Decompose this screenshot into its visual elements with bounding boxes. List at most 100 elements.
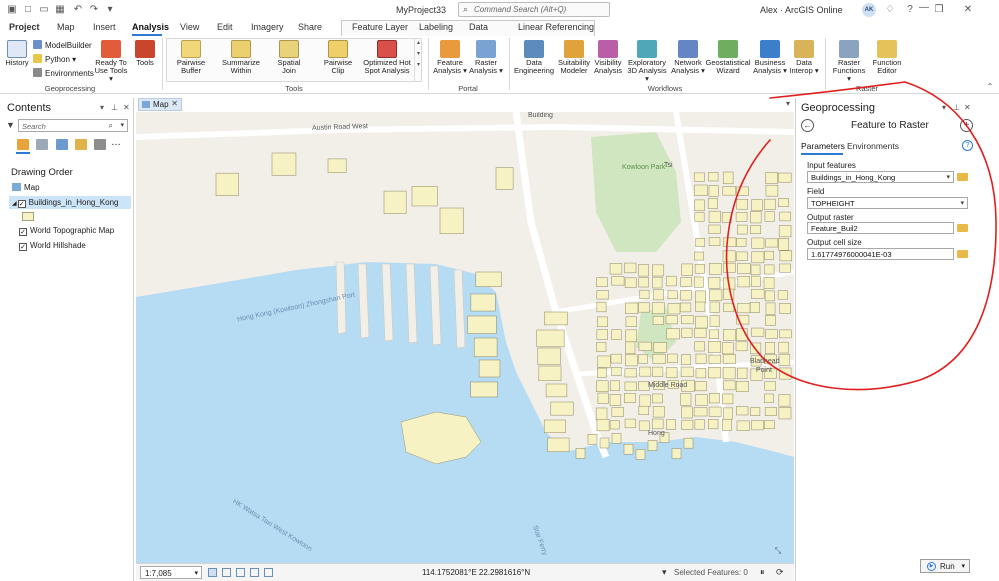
snapping-icon[interactable]: [236, 568, 245, 577]
raster-functions-button[interactable]: Raster Functions ▾: [830, 40, 868, 83]
pane-options-icon[interactable]: ▾: [942, 103, 946, 112]
undo-icon[interactable]: ↶: [72, 4, 84, 15]
history-button[interactable]: History: [4, 40, 30, 67]
new-project-icon[interactable]: □: [22, 4, 34, 15]
pause-icon[interactable]: ⏸: [760, 567, 765, 578]
command-search-input[interactable]: ⌕ Command Search (Alt+Q): [458, 2, 610, 17]
tree-item-map[interactable]: Map: [12, 182, 40, 194]
field-dropdown[interactable]: TOPHEIGHT ▾: [807, 197, 968, 209]
save-icon[interactable]: ▦: [54, 4, 66, 15]
layer-symbol-swatch[interactable]: [22, 212, 34, 221]
avatar[interactable]: AK: [862, 3, 876, 17]
refresh-icon[interactable]: [264, 568, 273, 577]
open-folder-icon[interactable]: ▭: [38, 4, 50, 15]
ready-to-use-tools-button[interactable]: Ready To Use Tools ▾: [93, 40, 129, 83]
output-cell-size-input[interactable]: 1.61774976000041E-03: [807, 248, 954, 260]
browse-folder-icon[interactable]: [957, 173, 968, 181]
tab-map[interactable]: Map: [57, 22, 75, 32]
minimize-icon[interactable]: —: [918, 2, 930, 13]
tab-imagery[interactable]: Imagery: [251, 22, 284, 32]
tab-parameters[interactable]: Parameters: [801, 141, 845, 151]
tab-analysis[interactable]: Analysis: [132, 22, 169, 32]
tools-button[interactable]: Tools: [133, 40, 157, 67]
tree-item-buildings-layer[interactable]: ◢ ✓ Buildings_in_Hong_Kong: [12, 197, 118, 209]
scale-dropdown[interactable]: 1:7,085 ▾: [140, 566, 202, 579]
list-by-drawing-order-icon[interactable]: [17, 139, 29, 150]
redo-icon[interactable]: ↷: [88, 4, 100, 15]
tab-data[interactable]: Data: [469, 22, 488, 32]
table-icon[interactable]: [222, 568, 231, 577]
tab-share[interactable]: Share: [298, 22, 322, 32]
output-raster-input[interactable]: Feature_Buil2: [807, 222, 954, 234]
tab-environments[interactable]: Environments: [847, 141, 899, 151]
python-button[interactable]: Python ▾: [33, 54, 76, 64]
list-by-selection-icon[interactable]: [56, 139, 68, 150]
tab-insert[interactable]: Insert: [93, 22, 116, 32]
tab-project[interactable]: Project: [9, 22, 40, 32]
pairwise-buffer-button[interactable]: Pairwise Buffer: [172, 40, 210, 75]
close-icon[interactable]: ✕: [123, 103, 130, 112]
function-editor-button[interactable]: Function Editor: [870, 40, 904, 75]
chevron-down-icon[interactable]: ▾: [782, 99, 794, 108]
browse-folder-icon[interactable]: [957, 250, 968, 258]
help-icon[interactable]: ?: [962, 140, 973, 151]
filter-icon[interactable]: ▼: [6, 120, 15, 130]
geostatistical-wizard-button[interactable]: Geostatistical Wizard: [705, 40, 751, 75]
pin-icon[interactable]: ⊥: [111, 103, 118, 112]
tab-labeling[interactable]: Labeling: [419, 22, 453, 32]
restore-icon[interactable]: ❐: [933, 4, 945, 15]
browse-folder-icon[interactable]: [957, 224, 968, 232]
close-icon[interactable]: ✕: [962, 4, 974, 15]
expand-icon[interactable]: ◢: [12, 201, 17, 207]
list-by-snapping-icon[interactable]: [94, 139, 106, 150]
map-view-tab[interactable]: Map ✕: [138, 98, 182, 111]
modelbuilder-button[interactable]: ModelBuilder: [33, 40, 92, 50]
back-arrow-icon[interactable]: ←: [801, 119, 814, 132]
chevron-down-icon[interactable]: ▾: [120, 121, 124, 129]
map-grid-icon[interactable]: [208, 568, 217, 577]
pause-drawing-icon[interactable]: [250, 568, 259, 577]
project-icon[interactable]: ▣: [6, 4, 18, 15]
tab-linear-referencing[interactable]: Linear Referencing: [518, 22, 594, 32]
input-features-dropdown[interactable]: Buildings_in_Hong_Kong ▾: [807, 171, 954, 183]
tab-edit[interactable]: Edit: [217, 22, 233, 32]
close-icon[interactable]: ✕: [964, 103, 971, 112]
notifications-icon[interactable]: ♢: [884, 4, 896, 15]
list-by-editing-icon[interactable]: [75, 139, 87, 150]
pairwise-clip-button[interactable]: Pairwise Clip: [320, 40, 356, 75]
suitability-modeler-button[interactable]: Suitability Modeler: [555, 40, 593, 75]
pane-options-icon[interactable]: ▾: [100, 103, 104, 112]
exploratory-3d-analysis-button[interactable]: Exploratory 3D Analysis ▾: [625, 40, 669, 83]
layer-visibility-checkbox[interactable]: ✓: [19, 243, 27, 251]
tree-item-hillshade-layer[interactable]: ✓ World Hillshade: [19, 240, 86, 252]
contents-search-input[interactable]: Search ⌕ ▾: [18, 119, 128, 132]
user-account[interactable]: Alex · ArcGIS Online: [760, 5, 843, 15]
more-options-icon[interactable]: …: [111, 137, 125, 148]
environments-button[interactable]: Environments: [33, 68, 94, 78]
tab-feature-layer[interactable]: Feature Layer: [352, 22, 408, 32]
raster-analysis-button[interactable]: Raster Analysis ▾: [468, 40, 504, 75]
data-interop-button[interactable]: Data Interop ▾: [788, 40, 820, 75]
data-engineering-button[interactable]: Data Engineering: [512, 40, 556, 75]
feature-analysis-button[interactable]: Feature Analysis ▾: [432, 40, 468, 75]
tab-view[interactable]: View: [180, 22, 199, 32]
layer-visibility-checkbox[interactable]: ✓: [17, 200, 26, 208]
list-by-data-source-icon[interactable]: [36, 139, 48, 150]
map-rotate-icon[interactable]: ⤡: [772, 546, 784, 556]
add-icon[interactable]: +: [960, 119, 973, 132]
close-icon[interactable]: ✕: [171, 99, 178, 108]
visibility-analysis-button[interactable]: Visibility Analysis: [592, 40, 624, 75]
run-button[interactable]: ▶ Run ▾: [920, 559, 970, 573]
chevron-down-icon[interactable]: ▾: [662, 567, 667, 578]
tree-item-topographic-layer[interactable]: ✓ World Topographic Map: [19, 225, 114, 237]
refresh-icon[interactable]: ⟳: [776, 567, 784, 578]
customize-dropdown-icon[interactable]: ▾: [104, 4, 116, 15]
help-icon[interactable]: ?: [904, 4, 916, 15]
collapse-ribbon-icon[interactable]: ⌃: [984, 82, 996, 91]
summarize-within-button[interactable]: Summarize Within: [220, 40, 262, 75]
spatial-join-button[interactable]: Spatial Join: [272, 40, 306, 75]
business-analysis-button[interactable]: Business Analysis ▾: [752, 40, 788, 75]
map-canvas[interactable]: Austin Road West Building Kowloon Park T…: [136, 112, 794, 563]
layer-visibility-checkbox[interactable]: ✓: [19, 228, 27, 236]
network-analysis-button[interactable]: Network Analysis ▾: [671, 40, 705, 75]
